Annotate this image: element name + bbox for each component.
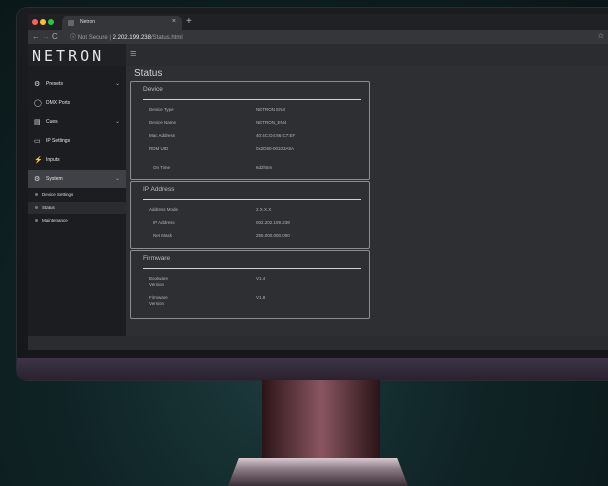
minimize-window-dot[interactable] [40, 19, 46, 25]
row-label: RDM UID [149, 146, 169, 151]
bullet-icon [35, 219, 38, 222]
sidebar-subitem-status[interactable]: Status [28, 202, 126, 214]
close-tab-icon[interactable]: × [172, 18, 176, 25]
card-divider [143, 268, 361, 269]
plug-icon: ⚡ [34, 157, 43, 164]
close-window-dot[interactable] [32, 19, 38, 25]
sidebar-item-ip-settings[interactable]: ▭ IP Settings [28, 132, 126, 150]
browser-address-bar: ← → C ⓘ Not Secure | 2.202.199.238/Statu… [28, 30, 608, 44]
row-value: V1.4 [256, 276, 266, 281]
row-label: Mac Address [149, 133, 176, 138]
netron-logo: NETRON [32, 47, 105, 65]
chevron-down-icon: ⌄ [114, 119, 120, 125]
forward-icon[interactable]: → [42, 32, 50, 41]
monitor-stand-base [228, 458, 408, 486]
back-icon[interactable]: ← [32, 32, 40, 41]
row-value: 2.X.X.X [256, 207, 272, 212]
card-title: Firmware [143, 255, 171, 262]
firmware-card: Firmware Bootware Version V1.4 Firmware … [130, 250, 370, 319]
sidebar-item-presets[interactable]: ⚙ Presets ⌄ [28, 75, 126, 93]
row-label: Device Type [149, 107, 174, 112]
row-value: 255.000.000.000 [256, 233, 290, 238]
film-icon: ▤ [34, 119, 41, 126]
row-value: 0x2D90-00103A5A [256, 146, 295, 151]
sidebar-subitem-maintenance[interactable]: Maintenance [28, 215, 126, 227]
security-label: Not Secure [77, 35, 108, 41]
maximize-window-dot[interactable] [48, 19, 54, 25]
row-label: Firmware Version [149, 295, 168, 306]
favicon-icon [68, 20, 74, 26]
chevron-down-icon: ⌄ [114, 176, 120, 182]
sidebar-subitem-label: Status [42, 205, 55, 210]
new-tab-icon[interactable]: + [186, 16, 192, 27]
row-label: IP Address [153, 220, 175, 225]
device-card: Device Device Type NETRON EN4 Device Nam… [130, 81, 370, 180]
card-divider [143, 99, 361, 100]
sidebar-subitem-label: Maintenance [42, 218, 68, 223]
sidebar-item-cues[interactable]: ▤ Cues ⌄ [28, 113, 126, 131]
sidebar-item-label: System [46, 176, 63, 182]
tab-title: Netron [80, 19, 96, 25]
url-path: /Status.html [150, 35, 183, 41]
url-field[interactable]: ⓘ Not Secure | 2.202.199.238/Status.html [70, 32, 183, 41]
info-icon: ⓘ [70, 35, 77, 41]
ring-icon: ◯ [34, 100, 42, 107]
monitor-chin [17, 358, 608, 380]
row-label: Address Mode [149, 207, 179, 212]
menu-icon[interactable]: ≡ [130, 48, 136, 60]
row-value: NETRON EN4 [256, 107, 286, 112]
row-value: 40:4C:D4:86:C7:EF [256, 133, 296, 138]
browser-tab-bar: Netron × + [28, 14, 608, 30]
row-label: Device Name [149, 120, 177, 125]
page-title: Status [134, 68, 163, 79]
row-value: NETRON_EN4 [256, 120, 287, 125]
netron-app: NETRON ≡ ⚙ Presets ⌄ ◯ DMX Ports ▤ Cues … [28, 44, 608, 350]
monitor-icon: ▭ [34, 138, 41, 145]
row-value: V1.8 [256, 295, 266, 300]
sidebar-item-inputs[interactable]: ⚡ Inputs [28, 151, 126, 169]
row-value: 002.202.199.238 [256, 220, 290, 225]
bullet-icon [35, 193, 38, 196]
bullet-icon [35, 206, 38, 209]
sidebar-item-label: IP Settings [46, 138, 71, 144]
bookmark-star-icon[interactable]: ☆ [598, 32, 604, 40]
browser-tab[interactable]: Netron × [62, 16, 182, 30]
sidebar-item-dmx-ports[interactable]: ◯ DMX Ports [28, 94, 126, 112]
row-label: Bootware Version [149, 276, 169, 287]
footer-strip [28, 336, 608, 350]
ip-address-card: IP Address Address Mode 2.X.X.X IP Addre… [130, 181, 370, 249]
app-top-bar: ≡ [126, 44, 608, 66]
row-label: On Time [153, 165, 171, 170]
monitor-stand-neck [262, 380, 380, 462]
row-label: Net Mask [153, 233, 173, 238]
row-value: 6d2h5m [256, 165, 273, 170]
reload-icon[interactable]: C [52, 32, 58, 41]
chevron-down-icon: ⌄ [114, 81, 120, 87]
sidebar-item-label: Presets [46, 81, 63, 87]
card-title: IP Address [143, 186, 175, 193]
card-title: Device [143, 86, 163, 93]
monitor-screen: Netron × + ← → C ⓘ Not Secure | 2.202.19… [28, 14, 608, 350]
gear-icon: ⚙ [34, 176, 41, 183]
sidebar-item-label: Inputs [46, 157, 60, 163]
sidebar-subitem-device-settings[interactable]: Device Settings [28, 189, 126, 201]
card-divider [143, 199, 361, 200]
sidebar-item-system[interactable]: ⚙ System ⌄ [28, 170, 126, 188]
sidebar-item-label: Cues [46, 119, 58, 125]
gear-icon: ⚙ [34, 81, 41, 88]
sidebar-item-label: DMX Ports [46, 100, 71, 106]
sidebar-subitem-label: Device Settings [42, 192, 74, 197]
url-host: 2.202.199.238 [112, 35, 151, 41]
